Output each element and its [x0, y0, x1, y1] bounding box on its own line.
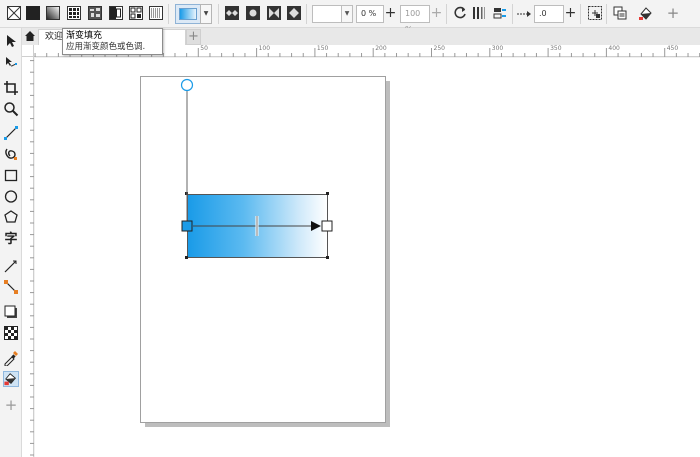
separator — [580, 4, 581, 24]
vertical-ruler — [22, 45, 34, 457]
two-color-pattern-icon[interactable] — [108, 5, 124, 21]
artistic-media-tool-icon[interactable] — [3, 146, 19, 162]
freehand-tool-icon[interactable] — [3, 125, 19, 141]
node-transparency-field[interactable]: 0 % — [356, 5, 384, 23]
conical-gradient-icon[interactable] — [266, 5, 282, 21]
chevron-down-icon[interactable]: ▼ — [342, 5, 353, 23]
ruler-tick-label: 450 — [666, 45, 679, 52]
add-tool-icon[interactable]: + — [3, 398, 19, 414]
separator — [512, 4, 513, 24]
fountain-preview-swatch — [179, 8, 197, 20]
chevron-down-icon[interactable]: ▼ — [200, 4, 212, 24]
tooltip: 渐变填充 应用渐变颜色或色调. — [62, 28, 163, 55]
plus-icon[interactable]: + — [430, 5, 443, 23]
reverse-fill-icon[interactable] — [452, 5, 468, 21]
rectangular-gradient-icon[interactable] — [286, 5, 302, 21]
node-position-field[interactable]: 100 % — [400, 5, 430, 34]
polygon-tool-icon[interactable] — [3, 209, 19, 225]
fountain-fill-picker[interactable] — [175, 4, 201, 24]
toolbox: 字 + — [0, 28, 22, 457]
tooltip-description: 应用渐变颜色或色调. — [66, 42, 146, 52]
separator — [306, 4, 307, 24]
transform-fill-icon[interactable] — [587, 5, 603, 21]
ruler-origin[interactable] — [22, 45, 34, 57]
tooltip-title: 渐变填充 — [66, 31, 103, 41]
gradient-filled-rectangle[interactable] — [187, 194, 328, 258]
add-icon[interactable]: + — [666, 4, 680, 24]
linear-gradient-icon[interactable] — [224, 5, 240, 21]
fountain-fill-icon[interactable] — [45, 5, 61, 21]
angle-field[interactable]: .0 — [534, 5, 564, 23]
ruler-tick-label: 200 — [375, 45, 387, 52]
plus-icon[interactable]: + — [384, 5, 397, 23]
ruler-tick-label: 100 — [258, 45, 271, 52]
acceleration-icon — [517, 11, 531, 17]
postscript-fill-icon[interactable] — [148, 5, 164, 21]
bitmap-pattern-icon[interactable] — [87, 5, 103, 21]
home-icon[interactable] — [24, 30, 36, 42]
edit-fill-icon[interactable] — [492, 5, 508, 21]
uniform-fill-icon[interactable] — [25, 5, 41, 21]
ruler-tick-label: 350 — [550, 45, 562, 52]
eyedropper-tool-icon[interactable] — [3, 350, 19, 366]
parallel-dimension-tool-icon[interactable] — [3, 258, 19, 274]
transparency-tool-icon[interactable] — [3, 325, 19, 341]
selection-handle[interactable] — [185, 192, 188, 195]
node-color-field[interactable] — [312, 5, 342, 23]
tab-welcome-label: 欢迎 — [45, 32, 64, 42]
text-tool-icon[interactable]: 字 — [3, 232, 19, 248]
separator — [606, 4, 607, 24]
ruler-tick-label: 300 — [491, 45, 504, 52]
pick-tool-icon[interactable] — [3, 33, 19, 49]
zoom-tool-icon[interactable] — [3, 101, 19, 117]
ruler-tick-label: 150 — [316, 45, 329, 52]
ellipse-tool-icon[interactable] — [3, 188, 19, 204]
connector-tool-icon[interactable] — [3, 279, 19, 295]
drop-shadow-tool-icon[interactable] — [3, 304, 19, 320]
texture-fill-icon[interactable] — [128, 5, 144, 21]
ruler-tick-label: 400 — [608, 45, 620, 52]
selection-handle[interactable] — [185, 256, 188, 259]
fill-steps-icon[interactable] — [471, 5, 487, 21]
rectangle-tool-icon[interactable] — [3, 167, 19, 183]
new-tab-button[interactable]: + — [186, 29, 201, 45]
ruler-tick-label: 250 — [433, 45, 445, 52]
plus-icon[interactable]: + — [564, 5, 577, 23]
interactive-fill-tool-icon[interactable] — [3, 371, 19, 387]
selection-handle[interactable] — [326, 192, 329, 195]
shape-tool-icon[interactable] — [3, 54, 19, 70]
elliptical-gradient-icon[interactable] — [245, 5, 261, 21]
property-bar: ▼ ▼ 0 % + 100 % + — [0, 0, 700, 34]
ruler-tick-label: 50 — [200, 45, 208, 52]
no-fill-icon[interactable] — [6, 5, 22, 21]
separator — [218, 4, 219, 24]
ruler-ticks — [30, 48, 34, 456]
separator — [168, 4, 169, 24]
crop-tool-icon[interactable] — [3, 80, 19, 96]
separator — [446, 4, 447, 24]
vector-pattern-icon[interactable] — [66, 5, 82, 21]
copy-fill-icon[interactable] — [612, 5, 628, 21]
edit-fill-on-the-fly-icon[interactable] — [638, 5, 654, 21]
selection-handle[interactable] — [326, 256, 329, 259]
